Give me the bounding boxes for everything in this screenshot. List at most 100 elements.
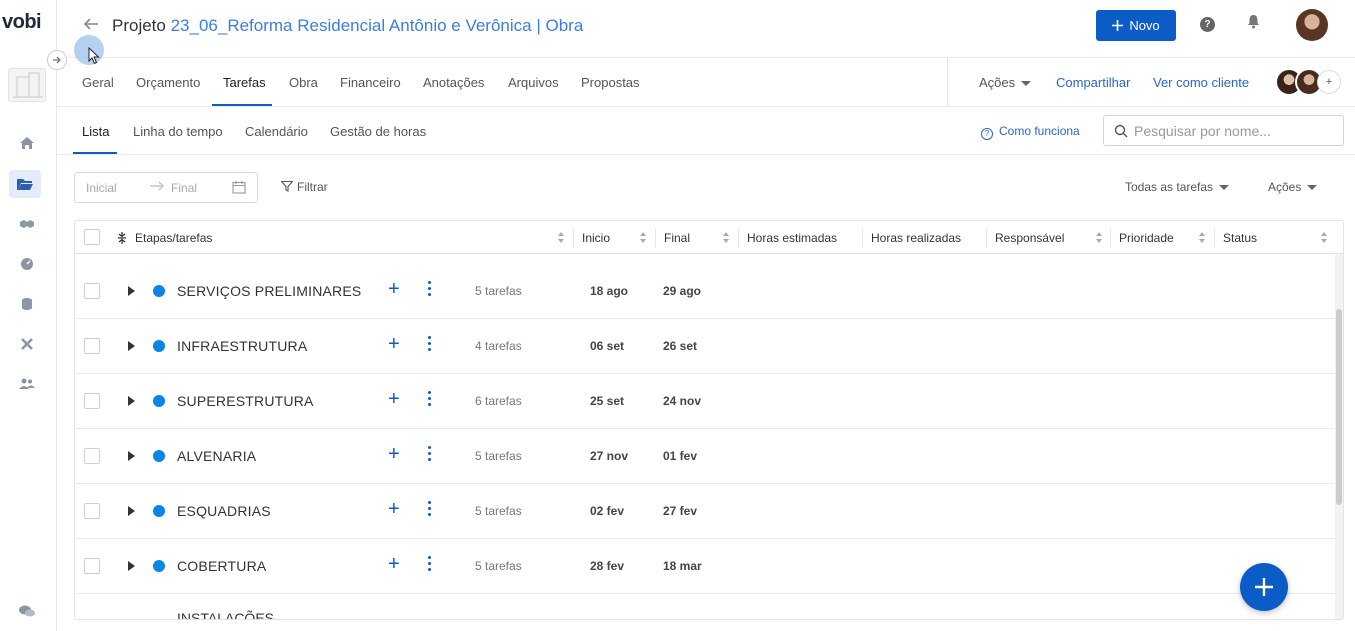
bell-icon[interactable] xyxy=(1247,14,1260,33)
new-button[interactable]: Novo xyxy=(1096,10,1176,41)
table-row[interactable]: ESQUADRIAS + 5 tarefas 02 fev 27 fev xyxy=(75,484,1335,539)
stage-name[interactable]: INFRAESTRUTURA xyxy=(177,338,307,354)
stage-name[interactable]: ALVENARIA xyxy=(177,448,256,464)
col-horas-realizadas[interactable]: Horas realizadas xyxy=(871,221,961,254)
col-final[interactable]: Final xyxy=(664,221,690,254)
more-options-icon[interactable] xyxy=(428,336,432,352)
col-responsavel[interactable]: Responsável xyxy=(995,221,1064,254)
user-avatar[interactable] xyxy=(1296,9,1328,41)
table-row[interactable]: SUPERESTRUTURA + 6 tarefas 25 set 24 nov xyxy=(75,374,1335,429)
select-all-checkbox[interactable] xyxy=(84,229,100,245)
stage-name[interactable]: INSTALAÇÕES xyxy=(177,610,274,619)
row-checkbox[interactable] xyxy=(84,283,100,299)
expand-arrow-icon[interactable] xyxy=(128,506,135,516)
search-input[interactable] xyxy=(1134,122,1334,139)
coins-icon[interactable] xyxy=(14,291,40,317)
project-thumbnail[interactable] xyxy=(8,68,46,102)
add-task-icon[interactable]: + xyxy=(388,553,400,576)
chat-icon[interactable] xyxy=(14,598,40,624)
end-date-placeholder[interactable]: Final xyxy=(171,181,197,195)
subtab-lista[interactable]: Lista xyxy=(82,124,109,139)
sort-icon[interactable] xyxy=(1096,232,1103,244)
table-row[interactable]: INFRAESTRUTURA + 4 tarefas 06 set 26 set xyxy=(75,319,1335,374)
table-row[interactable]: ALVENARIA + 5 tarefas 27 nov 01 fev xyxy=(75,429,1335,484)
stage-name[interactable]: SERVIÇOS PRELIMINARES xyxy=(177,283,361,299)
row-checkbox[interactable] xyxy=(84,558,100,574)
sort-icon[interactable] xyxy=(723,232,730,244)
tab-propostas[interactable]: Propostas xyxy=(581,75,640,90)
row-checkbox[interactable] xyxy=(84,338,100,354)
all-tasks-dropdown[interactable]: Todas as tarefas xyxy=(1125,180,1230,194)
row-checkbox[interactable] xyxy=(84,393,100,409)
share-link[interactable]: Compartilhar xyxy=(1056,75,1130,90)
subtab-linha-do-tempo[interactable]: Linha do tempo xyxy=(133,124,223,139)
add-task-icon[interactable]: + xyxy=(388,388,400,411)
project-name-link[interactable]: 23_06_Reforma Residencial Antônio e Verô… xyxy=(171,16,584,35)
add-task-icon[interactable]: + xyxy=(388,278,400,301)
row-checkbox[interactable] xyxy=(84,503,100,519)
sort-icon[interactable] xyxy=(640,232,647,244)
more-options-icon[interactable] xyxy=(428,501,432,517)
filter-button[interactable]: Filtrar xyxy=(280,180,328,194)
dashboard-icon[interactable] xyxy=(14,251,40,277)
add-member-button[interactable]: + xyxy=(1317,70,1341,94)
more-options-icon[interactable] xyxy=(428,281,432,297)
stage-name[interactable]: ESQUADRIAS xyxy=(177,503,271,519)
team-avatars[interactable]: + xyxy=(1275,68,1341,98)
table-row[interactable]: INSTALAÇÕES xyxy=(75,594,1335,619)
stage-name[interactable]: COBERTURA xyxy=(177,558,266,574)
floating-add-button[interactable] xyxy=(1240,563,1288,611)
col-etapas[interactable]: Etapas/tarefas xyxy=(135,221,212,254)
subtab-calendario[interactable]: Calendário xyxy=(245,124,308,139)
tab-arquivos[interactable]: Arquivos xyxy=(508,75,559,90)
help-icon[interactable]: ? xyxy=(1200,17,1215,32)
expand-arrow-icon[interactable] xyxy=(128,561,135,571)
expand-arrow-icon[interactable] xyxy=(128,396,135,406)
more-options-icon[interactable] xyxy=(428,556,432,572)
date-range-picker[interactable]: Inicial Final xyxy=(74,172,258,203)
more-options-icon[interactable] xyxy=(428,446,432,462)
col-horas-estimadas[interactable]: Horas estimadas xyxy=(747,221,837,254)
sidebar-toggle-button[interactable] xyxy=(47,50,67,70)
col-inicio[interactable]: Inicio xyxy=(582,221,610,254)
subtab-gestao-de-horas[interactable]: Gestão de horas xyxy=(330,124,426,139)
table-row[interactable]: COBERTURA + 5 tarefas 28 fev 18 mar xyxy=(75,539,1335,594)
sort-icon[interactable] xyxy=(558,232,565,244)
tab-anotacoes[interactable]: Anotações xyxy=(423,75,484,90)
how-it-works-link[interactable]: ? Como funciona xyxy=(981,124,1080,140)
back-arrow-icon[interactable] xyxy=(83,15,99,36)
row-checkbox[interactable] xyxy=(84,448,100,464)
expand-arrow-icon[interactable] xyxy=(128,451,135,461)
sort-icon[interactable] xyxy=(1321,232,1328,244)
scrollbar-thumb[interactable] xyxy=(1336,309,1342,505)
tools-icon[interactable] xyxy=(14,331,40,357)
column-divider xyxy=(655,229,656,247)
col-prioridade[interactable]: Prioridade xyxy=(1119,221,1174,254)
stage-name[interactable]: SUPERESTRUTURA xyxy=(177,393,314,409)
col-status[interactable]: Status xyxy=(1223,221,1257,254)
table-actions-dropdown[interactable]: Ações xyxy=(1268,180,1318,194)
add-task-icon[interactable]: + xyxy=(388,333,400,356)
tab-orcamento[interactable]: Orçamento xyxy=(136,75,200,90)
add-task-icon[interactable]: + xyxy=(388,443,400,466)
expand-arrow-icon[interactable] xyxy=(128,286,135,296)
tab-obra[interactable]: Obra xyxy=(289,75,318,90)
sort-icon[interactable] xyxy=(1199,232,1206,244)
tab-tarefas[interactable]: Tarefas xyxy=(223,75,266,90)
actions-dropdown[interactable]: Ações xyxy=(979,75,1032,90)
handshake-icon[interactable] xyxy=(14,211,40,237)
add-task-icon[interactable]: + xyxy=(388,498,400,521)
active-subtab-indicator xyxy=(73,152,117,154)
search-box[interactable] xyxy=(1103,115,1344,146)
expand-arrow-icon[interactable] xyxy=(128,341,135,351)
client-view-link[interactable]: Ver como cliente xyxy=(1153,75,1249,90)
more-options-icon[interactable] xyxy=(428,391,432,407)
tab-geral[interactable]: Geral xyxy=(82,75,114,90)
tab-financeiro[interactable]: Financeiro xyxy=(340,75,401,90)
folder-icon[interactable] xyxy=(9,170,41,198)
table-row[interactable]: SERVIÇOS PRELIMINARES + 5 tarefas 18 ago… xyxy=(75,264,1335,319)
users-icon[interactable] xyxy=(14,371,40,397)
home-icon[interactable] xyxy=(14,130,40,156)
start-date-placeholder[interactable]: Inicial xyxy=(86,181,117,195)
collapse-all-icon[interactable] xyxy=(117,221,127,254)
